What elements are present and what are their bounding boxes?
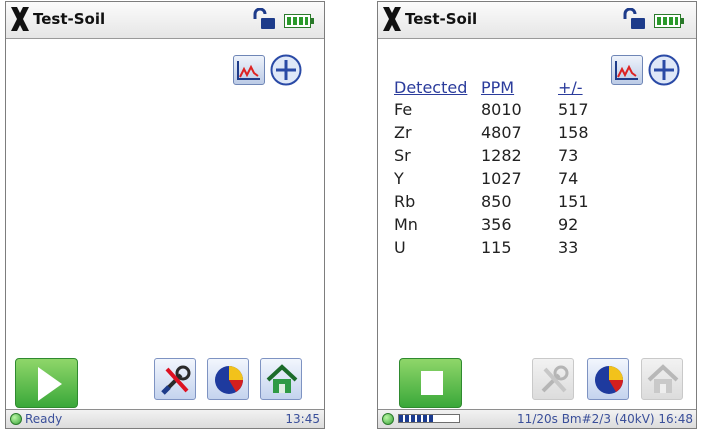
element-cell: Zr <box>394 123 412 142</box>
ppm-cell: 4807 <box>481 123 522 142</box>
status-indicator-icon <box>10 413 22 425</box>
table-row: Mn 356 92 <box>394 213 608 236</box>
element-cell: Sr <box>394 146 411 165</box>
home-icon <box>266 364 298 393</box>
error-cell: 151 <box>558 192 589 211</box>
stop-button[interactable] <box>399 358 462 408</box>
tools-button[interactable] <box>154 358 196 400</box>
plus-circle-icon[interactable] <box>270 54 302 86</box>
table-row: Fe 8010 517 <box>394 98 608 121</box>
x-logo-icon <box>383 7 401 31</box>
results-button[interactable] <box>207 358 249 400</box>
home-button[interactable] <box>641 358 683 400</box>
app-title: Test-Soil <box>33 10 106 28</box>
error-cell: 73 <box>558 146 579 165</box>
pie-chart-icon <box>215 366 243 394</box>
battery-full-icon <box>654 14 684 28</box>
results-table: Detected PPM +/- Fe 8010 517 Zr 4807 158… <box>394 76 608 259</box>
title-bar: Test-Soil <box>6 2 324 39</box>
x-logo-icon <box>11 7 29 31</box>
status-bar: Ready 13:45 <box>6 409 324 428</box>
pie-chart-icon <box>595 366 623 394</box>
status-text: Ready <box>25 412 63 426</box>
progress-fill <box>399 415 435 422</box>
spectrum-graph-button[interactable] <box>611 55 643 85</box>
status-text: 11/20s Bm#2/3 (40kV) 16:48 <box>517 412 693 426</box>
battery-full-icon <box>284 14 314 28</box>
ppm-cell: 356 <box>481 215 512 234</box>
app-title: Test-Soil <box>405 10 478 28</box>
title-bar: Test-Soil <box>378 2 696 39</box>
column-header-ppm[interactable]: PPM <box>481 76 558 98</box>
plus-circle-icon[interactable] <box>648 54 680 86</box>
table-row: Y 1027 74 <box>394 167 608 190</box>
ppm-cell: 8010 <box>481 100 522 119</box>
results-header-row: Detected PPM +/- <box>394 76 608 98</box>
spectrum-graph-button[interactable] <box>233 55 265 85</box>
ppm-cell: 1027 <box>481 169 522 188</box>
stop-icon <box>421 371 443 395</box>
table-row: U 115 33 <box>394 236 608 259</box>
table-row: Sr 1282 73 <box>394 144 608 167</box>
results-button[interactable] <box>587 358 629 400</box>
error-cell: 92 <box>558 215 579 234</box>
element-cell: Fe <box>394 100 413 119</box>
spectrum-graph-icon <box>615 61 638 80</box>
element-cell: Mn <box>394 215 418 234</box>
spectrum-graph-icon <box>237 61 260 80</box>
error-cell: 74 <box>558 169 579 188</box>
ppm-cell: 115 <box>481 238 512 257</box>
play-icon <box>38 367 62 401</box>
element-cell: Y <box>394 169 404 188</box>
screen-results: Test-Soil Detected PPM +/- Fe 8010 517 Z… <box>377 1 697 429</box>
status-bar: 11/20s Bm#2/3 (40kV) 16:48 <box>378 409 696 428</box>
tools-icon <box>161 365 191 395</box>
ppm-cell: 1282 <box>481 146 522 165</box>
table-row: Rb 850 151 <box>394 190 608 213</box>
unlocked-padlock-icon[interactable] <box>252 8 276 30</box>
element-cell: Rb <box>394 192 416 211</box>
error-cell: 517 <box>558 100 589 119</box>
measurement-progress-bar <box>398 414 460 423</box>
ppm-cell: 850 <box>481 192 512 211</box>
column-header-detected[interactable]: Detected <box>394 76 481 98</box>
home-icon <box>647 364 679 393</box>
element-cell: U <box>394 238 406 257</box>
table-row: Zr 4807 158 <box>394 121 608 144</box>
tools-button[interactable] <box>532 358 574 400</box>
error-cell: 158 <box>558 123 589 142</box>
tools-icon <box>541 365 569 393</box>
column-header-error[interactable]: +/- <box>558 76 608 98</box>
error-cell: 33 <box>558 238 579 257</box>
unlocked-padlock-icon[interactable] <box>622 8 646 30</box>
status-indicator-icon <box>382 413 394 425</box>
screen-ready: Test-Soil Ready 13:45 <box>5 1 325 429</box>
clock: 13:45 <box>285 412 320 426</box>
start-button[interactable] <box>15 358 78 408</box>
home-button[interactable] <box>260 358 302 400</box>
